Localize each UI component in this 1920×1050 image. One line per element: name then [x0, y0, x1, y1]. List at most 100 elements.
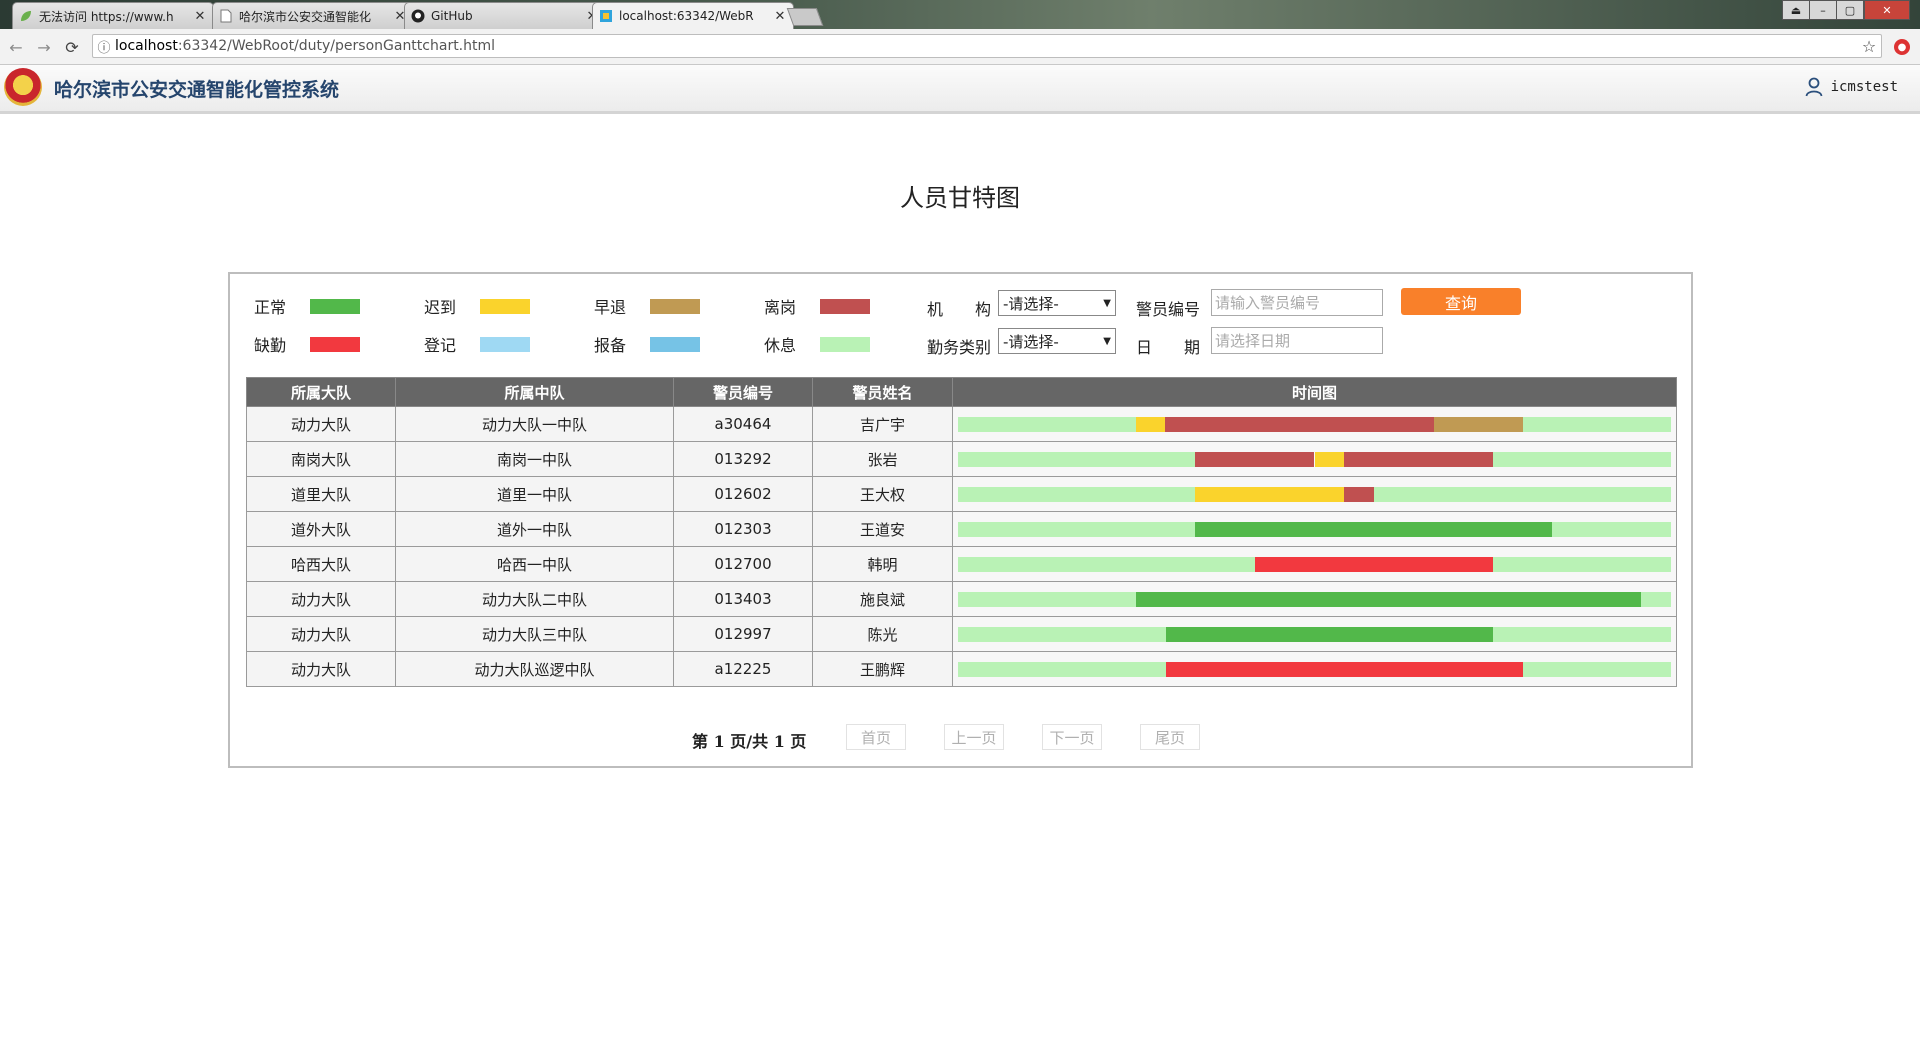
window-menu-icon[interactable]: ⏏ [1782, 0, 1810, 20]
duty-type-label: 勤务类别 [927, 338, 992, 357]
legend-label: 早退 [594, 298, 627, 317]
first-page-button[interactable]: 首页 [846, 724, 906, 750]
gantt-panel: 正常 迟到 早退 离岗 缺勤 登记 报备 休息 机 构 -请选择- ▼ 勤务类别… [228, 272, 1693, 768]
page-info: 第 1 页/共 1 页 [692, 732, 807, 751]
squad-cell: 动力大队巡逻中队 [395, 651, 674, 687]
table-header-row: 所属大队 所属中队 警员编号 警员姓名 时间图 [246, 377, 1677, 407]
police-id-cell: a12225 [673, 651, 813, 687]
timeline-segment[interactable] [958, 626, 1167, 642]
date-placeholder: 请选择日期 [1215, 332, 1291, 350]
timeline-segment[interactable] [1492, 556, 1671, 572]
timeline-segment[interactable] [1195, 451, 1315, 467]
back-arrow-icon[interactable]: ← [6, 37, 26, 57]
timeline-segment[interactable] [1136, 416, 1165, 432]
bookmark-star-icon[interactable]: ☆ [1857, 37, 1881, 56]
browser-tab[interactable]: GitHub ✕ [404, 2, 606, 29]
timeline-segment[interactable] [1195, 486, 1345, 502]
timeline-segment[interactable] [1522, 661, 1671, 677]
webstorm-icon [599, 9, 613, 23]
next-page-button[interactable]: 下一页 [1042, 724, 1102, 750]
table-row[interactable]: 动力大队 动力大队三中队 012997 陈光 [246, 616, 1677, 652]
extension-icon[interactable]: ● [1894, 39, 1910, 55]
last-page-button[interactable]: 尾页 [1140, 724, 1200, 750]
table-row[interactable]: 道外大队 道外一中队 012303 王道安 [246, 511, 1677, 547]
app-header: 哈尔滨市公安交通智能化管控系统 icmstest [0, 65, 1920, 114]
table-row[interactable]: 道里大队 道里一中队 012602 王大权 [246, 476, 1677, 512]
brigade-cell: 动力大队 [246, 581, 396, 617]
squad-cell: 动力大队三中队 [395, 616, 674, 652]
info-icon[interactable]: ⓘ [93, 37, 115, 56]
timeline-track [958, 451, 1671, 467]
table-row[interactable]: 哈西大队 哈西一中队 012700 韩明 [246, 546, 1677, 582]
timeline-segment[interactable] [958, 416, 1137, 432]
legend-swatch [650, 298, 700, 314]
timeline-cell [952, 651, 1677, 687]
query-button[interactable]: 查询 [1401, 288, 1521, 315]
timeline-segment[interactable] [1641, 591, 1671, 607]
legend-item-late: 迟到 [424, 294, 530, 318]
page-icon [219, 9, 233, 23]
legend-item-off-post: 离岗 [764, 294, 870, 318]
date-input[interactable]: 请选择日期 [1211, 327, 1383, 354]
table-row[interactable]: 动力大队 动力大队一中队 a30464 吉广宇 [246, 406, 1677, 442]
timeline-segment[interactable] [1314, 451, 1345, 467]
close-icon[interactable]: ✕ [773, 9, 787, 24]
timeline-segment[interactable] [958, 521, 1196, 537]
new-tab-button[interactable] [786, 8, 824, 26]
timeline-segment[interactable] [958, 451, 1196, 467]
timeline-cell [952, 406, 1677, 442]
timeline-segment[interactable] [1344, 486, 1374, 502]
org-select[interactable]: -请选择- ▼ [998, 290, 1116, 316]
timeline-segment[interactable] [1344, 451, 1493, 467]
url-input[interactable]: ⓘ localhost:63342/WebRoot/duty/personGan… [92, 34, 1882, 58]
browser-tab-active[interactable]: localhost:63342/WebR ✕ [592, 2, 794, 29]
table-row[interactable]: 动力大队 动力大队二中队 013403 施良斌 [246, 581, 1677, 617]
timeline-segment[interactable] [1551, 521, 1671, 537]
browser-tab[interactable]: 无法访问 https://www.h ✕ [12, 2, 214, 29]
legend-label: 正常 [254, 298, 287, 317]
forward-arrow-icon[interactable]: → [34, 37, 54, 57]
timeline-cell [952, 581, 1677, 617]
police-id-cell: a30464 [673, 406, 813, 442]
brigade-cell: 哈西大队 [246, 546, 396, 582]
maximize-icon[interactable]: ▢ [1836, 0, 1864, 20]
table-row[interactable]: 南岗大队 南岗一中队 013292 张岩 [246, 441, 1677, 477]
table-row[interactable]: 动力大队 动力大队巡逻中队 a12225 王鹏辉 [246, 651, 1677, 687]
browser-tab[interactable]: 哈尔滨市公安交通智能化 ✕ [212, 2, 414, 29]
timeline-segment[interactable] [1164, 416, 1434, 432]
legend-item-rest: 休息 [764, 332, 870, 356]
timeline-segment[interactable] [1166, 626, 1493, 642]
close-icon[interactable]: ✕ [193, 9, 207, 24]
legend-label: 登记 [424, 336, 457, 355]
window-close-icon[interactable]: ✕ [1864, 0, 1910, 20]
user-menu[interactable]: icmstest [1805, 77, 1898, 97]
timeline-track [958, 591, 1671, 607]
timeline-segment[interactable] [958, 556, 1256, 572]
minimize-icon[interactable]: – [1809, 0, 1837, 20]
police-no-input[interactable]: 请输入警员编号 [1211, 289, 1383, 316]
column-header: 警员姓名 [812, 377, 953, 407]
timeline-segment[interactable] [1255, 556, 1493, 572]
timeline-track [958, 556, 1671, 572]
legend-swatch [480, 298, 530, 314]
squad-cell: 动力大队二中队 [395, 581, 674, 617]
legend-item-early-leave: 早退 [594, 294, 700, 318]
prev-page-button[interactable]: 上一页 [944, 724, 1004, 750]
timeline-segment[interactable] [1522, 416, 1671, 432]
timeline-segment[interactable] [958, 591, 1137, 607]
timeline-segment[interactable] [1373, 486, 1671, 502]
brigade-cell: 动力大队 [246, 651, 396, 687]
timeline-segment[interactable] [1195, 521, 1552, 537]
duty-type-select[interactable]: -请选择- ▼ [998, 328, 1116, 354]
reload-icon[interactable]: ⟳ [62, 37, 82, 57]
timeline-track [958, 416, 1671, 432]
timeline-segment[interactable] [1166, 661, 1523, 677]
timeline-segment[interactable] [1492, 451, 1671, 467]
legend-label: 缺勤 [254, 336, 287, 355]
timeline-segment[interactable] [1433, 416, 1523, 432]
police-no-label: 警员编号 [1136, 300, 1201, 319]
timeline-segment[interactable] [958, 486, 1196, 502]
timeline-segment[interactable] [958, 661, 1167, 677]
timeline-segment[interactable] [1492, 626, 1671, 642]
timeline-segment[interactable] [1136, 591, 1642, 607]
